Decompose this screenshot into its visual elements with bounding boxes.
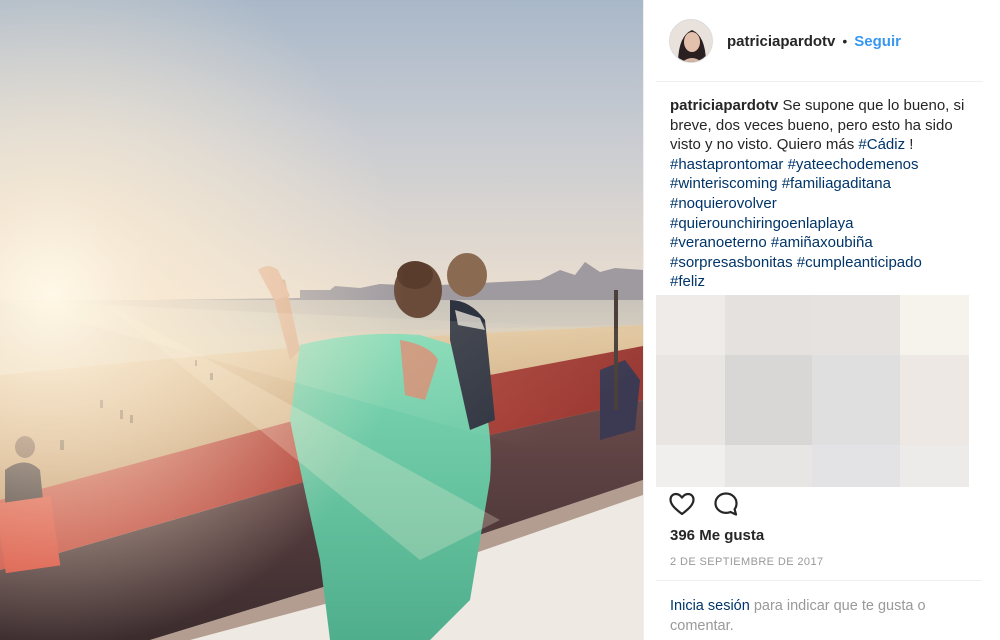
header-divider [656, 81, 983, 82]
login-link[interactable]: Inicia sesión [670, 598, 750, 614]
blurred-cell [812, 354, 901, 445]
hashtag-link[interactable]: #amiñaxoubiña [771, 234, 873, 251]
post-caption: patriciapardotv Se supone que lo bueno, … [670, 96, 986, 292]
hashtag-link[interactable]: #Cádiz [858, 136, 905, 153]
caption-username[interactable]: patriciapardotv [670, 97, 778, 114]
blurred-cell [656, 295, 725, 355]
hashtag-link[interactable]: #noquierovolver [670, 195, 777, 212]
hashtag-link[interactable]: #quierounchiringoenlaplaya [670, 215, 853, 232]
action-bar [669, 491, 757, 517]
hashtag-link[interactable]: #sorpresasbonitas [670, 254, 793, 271]
post-date: 2 DE SEPTIEMBRE DE 2017 [670, 556, 824, 568]
hashtag-link[interactable]: #veranoeterno [670, 234, 767, 251]
blurred-cell [812, 444, 901, 487]
hashtag-link[interactable]: #cumpleanticipado [797, 254, 922, 271]
header-username[interactable]: patriciapardotv [727, 33, 835, 50]
avatar-image [670, 20, 712, 62]
comment-button[interactable] [713, 491, 739, 517]
avatar[interactable] [669, 19, 713, 63]
beach-sunset-photo [0, 0, 643, 640]
post-photo[interactable] [0, 0, 643, 640]
post-header: patriciapardotv • Seguir [644, 0, 1000, 82]
blurred-cell [656, 354, 725, 445]
like-button[interactable] [669, 492, 695, 516]
separator-dot: • [842, 33, 848, 49]
blurred-cell [900, 354, 969, 445]
blurred-cell [900, 295, 969, 355]
blurred-cell [812, 295, 901, 355]
footer-divider [656, 580, 982, 581]
blurred-cell [724, 354, 813, 445]
hashtag-link[interactable]: #feliz [670, 273, 705, 290]
likes-count[interactable]: 396 Me gusta [670, 527, 764, 544]
caption-text-end: ! [905, 136, 914, 154]
blurred-comments [656, 295, 969, 487]
blurred-cell [724, 444, 813, 487]
hashtag-link[interactable]: #yateechodemenos [788, 156, 919, 173]
hashtag-link[interactable]: #winteriscoming [670, 175, 778, 192]
heart-icon [669, 492, 695, 516]
blurred-cell [724, 295, 813, 355]
blurred-cell [656, 444, 725, 487]
hashtag-link[interactable]: #hastaprontomar [670, 156, 783, 173]
blurred-cell [900, 444, 969, 487]
hashtag-link[interactable]: #familiagaditana [782, 175, 891, 192]
login-prompt: Inicia sesión para indicar que te gusta … [670, 596, 970, 636]
comment-icon [714, 492, 738, 516]
post-side-panel: patriciapardotv • Seguir patriciapardotv… [643, 0, 1000, 640]
follow-button[interactable]: Seguir [854, 33, 901, 50]
